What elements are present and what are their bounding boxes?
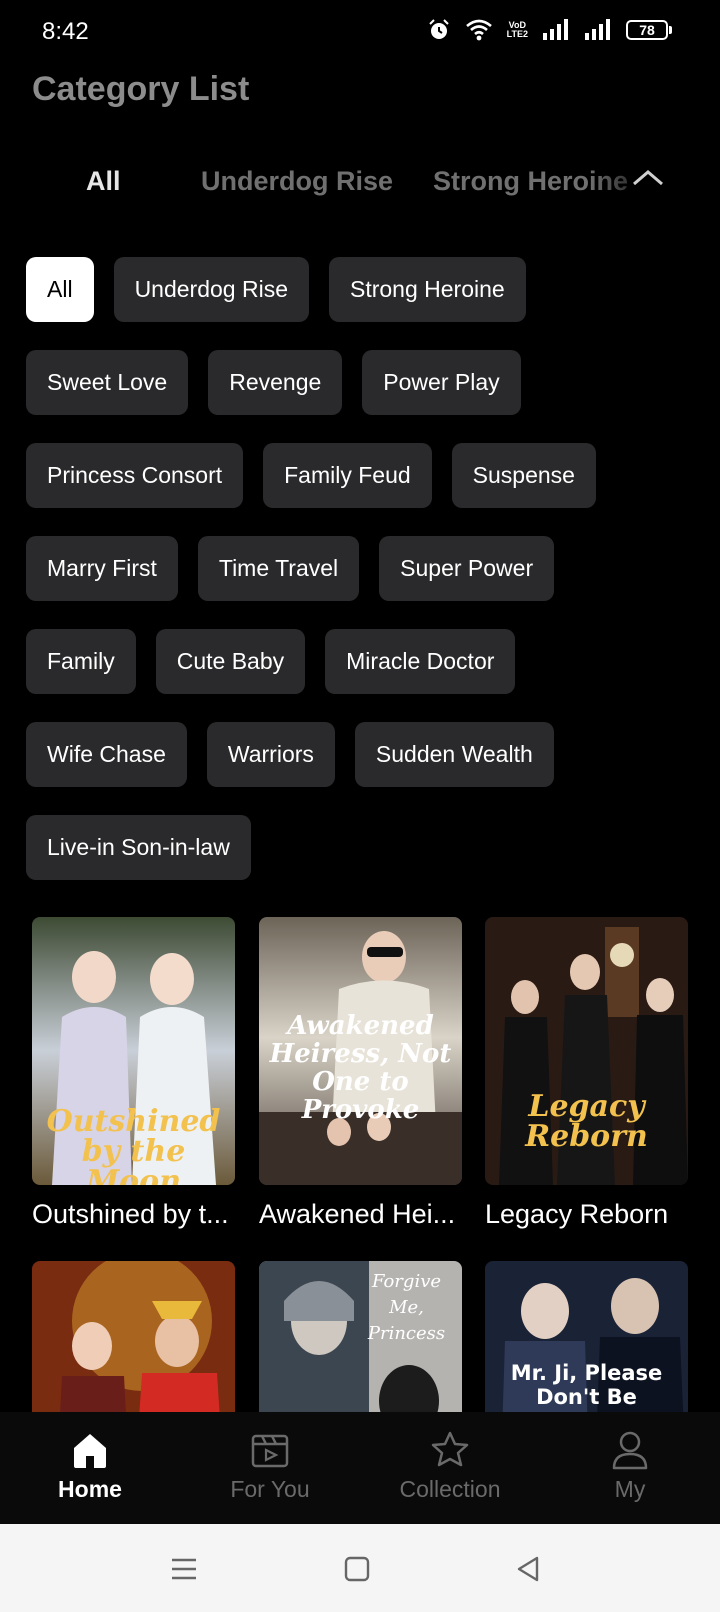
chip-family[interactable]: Family <box>26 629 136 694</box>
drama-cover[interactable]: Awakened Heiress, Not One to Provoke <box>259 917 462 1185</box>
tab-underdog-rise[interactable]: Underdog Rise <box>201 166 393 197</box>
play-icon <box>251 1434 289 1468</box>
nav-label: Collection <box>399 1476 501 1502</box>
volte-indicator: VoD LTE2 <box>506 20 528 39</box>
nav-collection[interactable]: Collection <box>360 1412 540 1524</box>
status-bar: 8:42 VoD LTE2 78 <box>0 0 720 64</box>
chip-warriors[interactable]: Warriors <box>206 722 335 787</box>
cover-title: Awakened Heiress, Not One to Provoke <box>269 1011 452 1125</box>
chip-row: All Underdog Rise Strong Heroine <box>26 257 706 322</box>
chip-power-play[interactable]: Power Play <box>362 350 521 415</box>
drama-cover[interactable]: Outshined by the Moon <box>32 917 235 1185</box>
chip-revenge[interactable]: Revenge <box>208 350 343 415</box>
star-icon <box>431 1431 469 1467</box>
cover-title: Legacy Reborn <box>525 1089 648 1154</box>
bottom-nav: Home For You Collection My <box>0 1412 720 1524</box>
cover-title: Mr. Ji, Please Don't Be <box>510 1361 663 1409</box>
chip-row: Family Cute Baby Miracle Doctor <box>26 629 706 694</box>
signal-1-icon <box>543 19 568 40</box>
chip-live-in-son-in-law[interactable]: Live-in Son-in-law <box>26 815 251 880</box>
chip-marry-first[interactable]: Marry First <box>26 536 178 601</box>
chip-all[interactable]: All <box>26 257 94 322</box>
chip-princess-consort[interactable]: Princess Consort <box>26 443 244 508</box>
back-icon[interactable] <box>513 1554 543 1584</box>
status-icons: VoD LTE2 78 <box>427 18 672 42</box>
battery-icon: 78 <box>626 20 672 40</box>
nav-my[interactable]: My <box>540 1412 720 1524</box>
nav-label: For You <box>230 1476 310 1502</box>
system-nav-bar <box>0 1524 720 1612</box>
signal-2-icon <box>585 19 610 40</box>
collapse-button[interactable] <box>628 164 668 194</box>
drama-cover[interactable]: Legacy Reborn <box>485 917 688 1185</box>
drama-card[interactable]: Awakened Heiress, Not One to Provoke Awa… <box>259 917 462 1230</box>
chip-row: Live-in Son-in-law <box>26 815 706 880</box>
chip-suspense[interactable]: Suspense <box>451 443 596 508</box>
status-time: 8:42 <box>42 18 89 45</box>
nav-label: My <box>614 1476 646 1502</box>
chip-strong-heroine[interactable]: Strong Heroine <box>328 257 526 322</box>
drama-title: Awakened Hei... <box>259 1199 456 1229</box>
drama-card[interactable]: Legacy Reborn Legacy Reborn <box>485 917 688 1230</box>
category-tabs: All Underdog Rise Strong Heroine <box>0 158 720 208</box>
alarm-icon <box>428 19 449 39</box>
chip-sudden-wealth[interactable]: Sudden Wealth <box>354 722 554 787</box>
chip-cute-baby[interactable]: Cute Baby <box>155 629 306 694</box>
battery-level: 78 <box>626 20 668 40</box>
home-icon <box>74 1434 106 1468</box>
user-icon <box>612 1431 648 1470</box>
chevron-up-icon <box>633 170 663 186</box>
cover-title: Forgive Me, Princess <box>367 1271 446 1344</box>
chip-underdog-rise[interactable]: Underdog Rise <box>113 257 309 322</box>
chip-row: Wife Chase Warriors Sudden Wealth <box>26 722 706 787</box>
drama-title: Legacy Reborn <box>485 1199 669 1229</box>
chip-miracle-doctor[interactable]: Miracle Doctor <box>325 629 516 694</box>
nav-label: Home <box>58 1476 122 1502</box>
chip-family-feud[interactable]: Family Feud <box>263 443 432 508</box>
nav-for-you[interactable]: For You <box>180 1412 360 1524</box>
home-square-icon[interactable] <box>342 1554 372 1584</box>
tab-all[interactable]: All <box>86 166 121 197</box>
drama-title: Outshined by t... <box>32 1199 229 1229</box>
chip-sweet-love[interactable]: Sweet Love <box>26 350 189 415</box>
chip-row: Sweet Love Revenge Power Play <box>26 350 706 415</box>
wifi-icon <box>465 19 492 41</box>
chip-wife-chase[interactable]: Wife Chase <box>26 722 187 787</box>
menu-icon[interactable] <box>169 1554 199 1584</box>
category-chips: All Underdog Rise Strong Heroine Sweet L… <box>26 257 706 880</box>
nav-home[interactable]: Home <box>0 1412 180 1524</box>
page-title: Category List <box>32 70 250 108</box>
chip-row: Marry First Time Travel Super Power <box>26 536 706 601</box>
chip-time-travel[interactable]: Time Travel <box>197 536 360 601</box>
chip-row: Princess Consort Family Feud Suspense <box>26 443 706 508</box>
chip-super-power[interactable]: Super Power <box>379 536 555 601</box>
drama-card[interactable]: Outshined by the Moon Outshined by t... <box>32 917 235 1230</box>
cover-title: Outshined by the Moon <box>46 1104 221 1186</box>
